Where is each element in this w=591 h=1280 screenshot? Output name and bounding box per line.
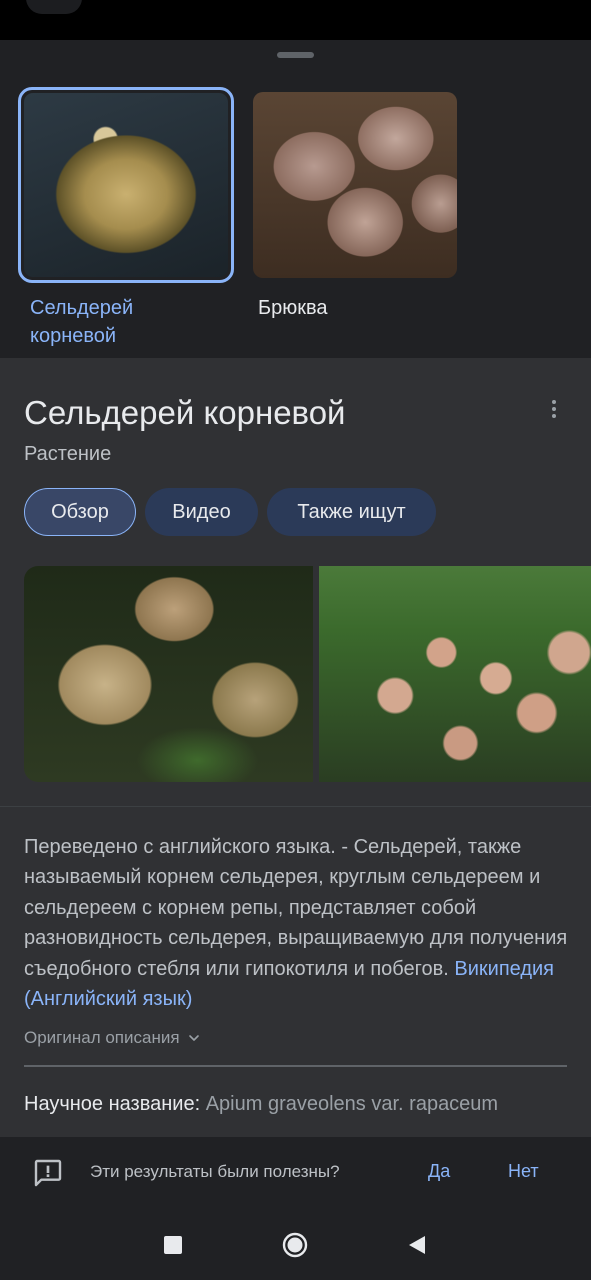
drag-handle[interactable] xyxy=(277,52,314,58)
original-description-label: Оригинал описания xyxy=(24,1028,180,1047)
square-icon[interactable] xyxy=(164,1236,182,1254)
carousel-item-swede[interactable] xyxy=(253,92,457,278)
feedback-bar: Эти результаты были полезны? Да Нет xyxy=(0,1137,591,1212)
tab-video[interactable]: Видео xyxy=(145,488,258,536)
divider xyxy=(0,806,591,807)
carousel-item-label[interactable]: Брюква xyxy=(258,294,328,322)
entity-title: Сельдерей корневой xyxy=(24,394,346,431)
gallery-image-1[interactable] xyxy=(24,566,313,782)
carousel-item-celeriac[interactable] xyxy=(18,87,234,283)
circle-icon[interactable] xyxy=(282,1232,308,1258)
tab-related[interactable]: Также ищут xyxy=(267,488,436,536)
original-description-toggle[interactable]: Оригинал описания xyxy=(24,1028,202,1048)
tab-overview[interactable]: Обзор xyxy=(24,488,136,536)
celeriac-photo xyxy=(24,566,313,782)
entity-carousel: Сельдерей корневой Брюква xyxy=(0,40,591,358)
scientific-name-label: Научное название: xyxy=(24,1093,201,1115)
celeriac-thumbnail xyxy=(24,93,228,277)
status-bar xyxy=(0,0,591,40)
scientific-name-value: Apium graveolens var. rapaceum xyxy=(205,1093,499,1115)
divider xyxy=(24,1065,567,1067)
more-vert-icon[interactable] xyxy=(544,400,564,420)
results-sheet: Сельдерей корневой Брюква Сельдерей корн… xyxy=(0,40,591,1137)
carousel-item-label[interactable]: Сельдерей корневой xyxy=(30,294,220,350)
celeriac-photo xyxy=(319,566,591,782)
entity-subtitle: Растение xyxy=(24,443,112,465)
triangle-back-icon[interactable] xyxy=(406,1234,428,1256)
swede-thumbnail xyxy=(253,92,457,278)
feedback-icon xyxy=(34,1159,62,1187)
description: Переведено с английского языка. - Сельде… xyxy=(24,832,569,1014)
scientific-name-row: Научное название: Apium graveolens var. … xyxy=(24,1093,498,1116)
gallery-image-2[interactable] xyxy=(319,566,591,782)
feedback-question: Эти результаты были полезны? xyxy=(90,1162,340,1181)
chevron-down-icon xyxy=(188,1035,199,1041)
feedback-yes-button[interactable]: Да xyxy=(428,1161,450,1182)
feedback-no-button[interactable]: Нет xyxy=(508,1161,539,1182)
system-nav-bar xyxy=(0,1212,591,1280)
camera-cutout xyxy=(26,0,82,14)
